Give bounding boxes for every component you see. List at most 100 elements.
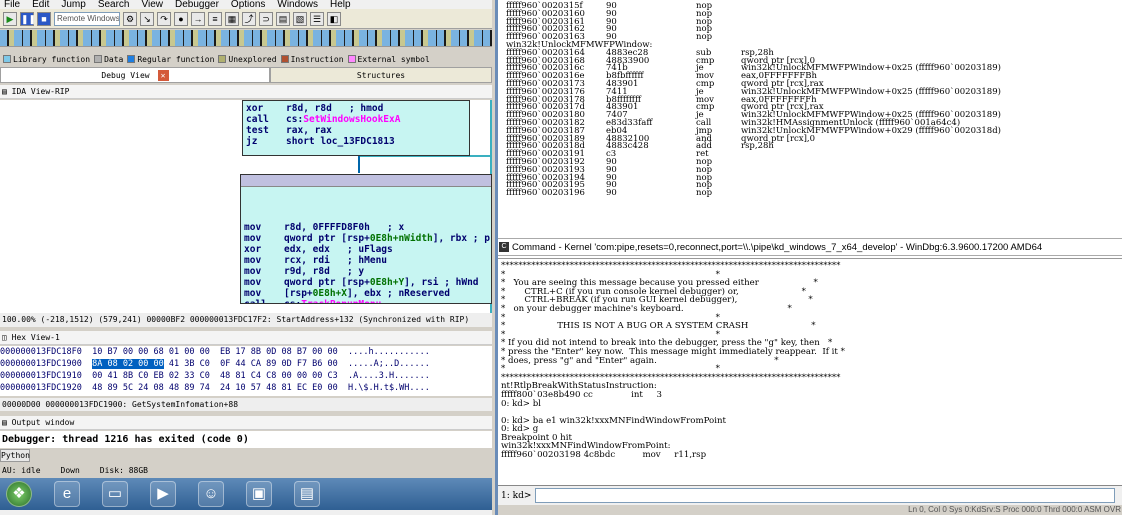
start-button-icon[interactable]: ❖ — [6, 481, 32, 507]
command-input[interactable] — [535, 488, 1116, 503]
disasm-row[interactable]: fffff960`00203195 90 nop — [506, 181, 1122, 190]
asm-comment: ; hMenu — [329, 255, 388, 266]
breakpoint-icon[interactable]: ● — [174, 11, 188, 26]
folder-icon[interactable]: ▭ — [102, 481, 128, 507]
trace-icon[interactable]: ≡ — [208, 11, 222, 26]
hex-row[interactable]: 000000013FDC1910 00 41 8B C0 EB 02 33 C0… — [0, 370, 492, 382]
hex-icon[interactable]: ▧ — [293, 11, 307, 26]
disasm-row[interactable]: fffff960`00203162 90 nop — [506, 24, 1122, 35]
ida-app-icon[interactable]: ☺ — [198, 481, 224, 507]
graph-view[interactable]: xor r8d, r8d ; hmod call cs:SetWindowsHoo… — [0, 100, 492, 313]
disasm-row[interactable]: fffff960`00203194 90 nop — [506, 172, 1122, 183]
disasm-bytes: 90 — [606, 24, 617, 35]
asm-line: test rax, rax — [246, 125, 466, 136]
disasm-operands: rsp,28h — [741, 141, 774, 152]
hex-view-title[interactable]: ◫ Hex View-1 — [0, 331, 492, 345]
hex-row[interactable]: 000000013FDC1920 48 89 5C 24 08 48 89 74… — [0, 382, 492, 394]
hex-row[interactable]: 000000013FDC1900 8A 08 02 00 00 41 3B C0… — [0, 358, 492, 370]
disasm-row[interactable]: fffff960`00203160 90 nop — [506, 10, 1122, 19]
back-icon[interactable]: ⊃ — [259, 11, 273, 26]
toolbar: ▶ ❚❚ ■ Remote Windows debugger ⚙ ↘ ↷ ● →… — [0, 9, 492, 29]
debugger-options-icon[interactable]: ⚙ — [123, 11, 137, 26]
menu-debugger[interactable]: Debugger — [175, 0, 219, 9]
tab-debug-view[interactable]: Debug View ✕ — [0, 67, 270, 83]
step-into-icon[interactable]: ↘ — [140, 11, 154, 26]
graph-block-trackpopup[interactable]: mov r8d, 0FFFFD8F0h ; x mov qword ptr [rs… — [240, 174, 492, 304]
ida-view-title[interactable]: ▤ IDA View-RIP — [0, 85, 492, 99]
menu-windows[interactable]: Windows — [277, 0, 318, 9]
menu-help[interactable]: Help — [330, 0, 351, 9]
disasm-row[interactable]: fffff960`00203191 c3 ret — [506, 150, 1122, 159]
ida-window: File Edit Jump Search View Debugger Options Win… — [0, 0, 492, 515]
asm-op: mov — [244, 266, 285, 277]
segments-icon[interactable]: ▤ — [276, 11, 290, 26]
menu-options[interactable]: Options — [231, 0, 265, 9]
disassembly-window[interactable]: fffff960`0020315f 90 nop fffff960`00203160 9… — [498, 0, 1122, 236]
debugger-select[interactable]: Remote Windows debugger — [54, 11, 120, 26]
windbg-window: fffff960`0020315f 90 nop fffff960`00203160 9… — [495, 0, 1122, 515]
navigation-band[interactable] — [0, 30, 492, 47]
command-line: fffff960`00203198 4c8bdc mov r11,rsp — [501, 450, 707, 461]
stop-icon[interactable]: ■ — [37, 11, 51, 26]
graph-icon[interactable]: ▦ — [225, 11, 239, 26]
disasm-row[interactable]: fffff960`00203192 90 nop — [506, 156, 1122, 167]
disasm-row[interactable]: win32k!UnlockMFMWFPWindow: — [506, 41, 1122, 50]
asm-rest: ], ebx ; nReserved — [346, 288, 450, 299]
menu-edit[interactable]: Edit — [32, 0, 49, 9]
legend-swatch — [218, 55, 227, 63]
menu-file[interactable]: File — [4, 0, 20, 9]
asm-args: r8d, r8d — [286, 103, 332, 114]
console-icon[interactable]: ▣ — [246, 481, 272, 507]
disasm-row[interactable]: fffff960`0020315f 90 nop — [506, 2, 1122, 11]
asm-op: xor — [246, 103, 287, 114]
command-window-title[interactable]: C Command - Kernel 'com:pipe,resets=0,re… — [498, 238, 1122, 256]
legend-external-symbol: External symbol — [347, 55, 430, 64]
menu-jump[interactable]: Jump — [61, 0, 85, 9]
disasm-bytes: 90 — [606, 156, 617, 167]
registers-icon[interactable]: ◧ — [327, 11, 341, 26]
asm-offset: 0E8h+nWidth — [369, 233, 433, 244]
disasm-bytes: 90 — [606, 172, 617, 183]
graph-edge — [358, 155, 360, 173]
jump-icon[interactable]: ⤴ — [242, 11, 256, 26]
pause-icon[interactable]: ❚❚ — [20, 11, 36, 26]
legend-data: Data — [94, 55, 123, 64]
media-player-icon[interactable]: ▶ — [150, 481, 176, 507]
command-output[interactable]: ****************************************… — [498, 258, 1122, 483]
menu-search[interactable]: Search — [98, 0, 130, 9]
graph-status: 100.00% (-218,1512) (579,241) 00000BF2 0… — [0, 313, 492, 327]
legend-swatch — [127, 55, 136, 63]
hex-address: 000000013FDC18F0 — [0, 347, 93, 357]
asm-line: xor r8d, r8d ; hmod — [246, 103, 466, 114]
disasm-row[interactable]: fffff960`0020318d 4883c428 add rsp,28h — [506, 141, 1122, 152]
hex-view[interactable]: 000000013FDC18F0 10 B7 00 00 68 01 00 00… — [0, 346, 492, 396]
list-icon[interactable]: ☰ — [310, 11, 324, 26]
command-line: 0: kd> bl — [501, 398, 541, 409]
asm-op: mov — [244, 277, 285, 288]
tab-structures[interactable]: Structures — [270, 67, 492, 83]
disasm-row[interactable]: fffff960`00203161 90 nop — [506, 17, 1122, 27]
app-window-icon[interactable]: ▤ — [294, 481, 320, 507]
python-button[interactable]: Python — [0, 449, 30, 462]
asm-comment: ; hmod — [331, 103, 384, 114]
play-icon[interactable]: ▶ — [3, 11, 17, 26]
legend-swatch — [3, 55, 11, 63]
disasm-row[interactable]: fffff960`00203189 48832100 and qword ptr [r… — [506, 134, 1122, 144]
asm-line: mov rcx, rdi ; hMenu — [244, 255, 488, 266]
hex-row[interactable]: 000000013FDC18F0 10 B7 00 00 68 01 00 00… — [0, 346, 492, 358]
step-over-icon[interactable]: ↷ — [157, 11, 171, 26]
output-window-title[interactable]: ▤ Output window — [0, 416, 492, 430]
menu-view[interactable]: View — [142, 0, 164, 9]
menu-bar: File Edit Jump Search View Debugger Options Win… — [0, 0, 492, 9]
asm-line: call cs:TrackPopupMenu — [244, 299, 488, 303]
browser-icon[interactable]: e — [54, 481, 80, 507]
hex-bytes: 10 B7 00 00 68 01 00 00 EB 17 8B 0D 08 B… — [92, 347, 338, 357]
close-icon[interactable]: ✕ — [157, 70, 169, 81]
graph-block-hook[interactable]: xor r8d, r8d ; hmod call cs:SetWindowsHoo… — [242, 100, 470, 156]
command-window-icon: C — [499, 242, 509, 252]
disasm-row[interactable]: fffff960`00203196 90 nop — [506, 189, 1122, 198]
disasm-bytes: 90 — [606, 164, 617, 175]
run-to-cursor-icon[interactable]: → — [191, 11, 205, 26]
disasm-row[interactable]: fffff960`00203193 90 nop — [506, 164, 1122, 175]
ida-status-bar: AU: idle Down Disk: 88GB — [0, 464, 492, 477]
